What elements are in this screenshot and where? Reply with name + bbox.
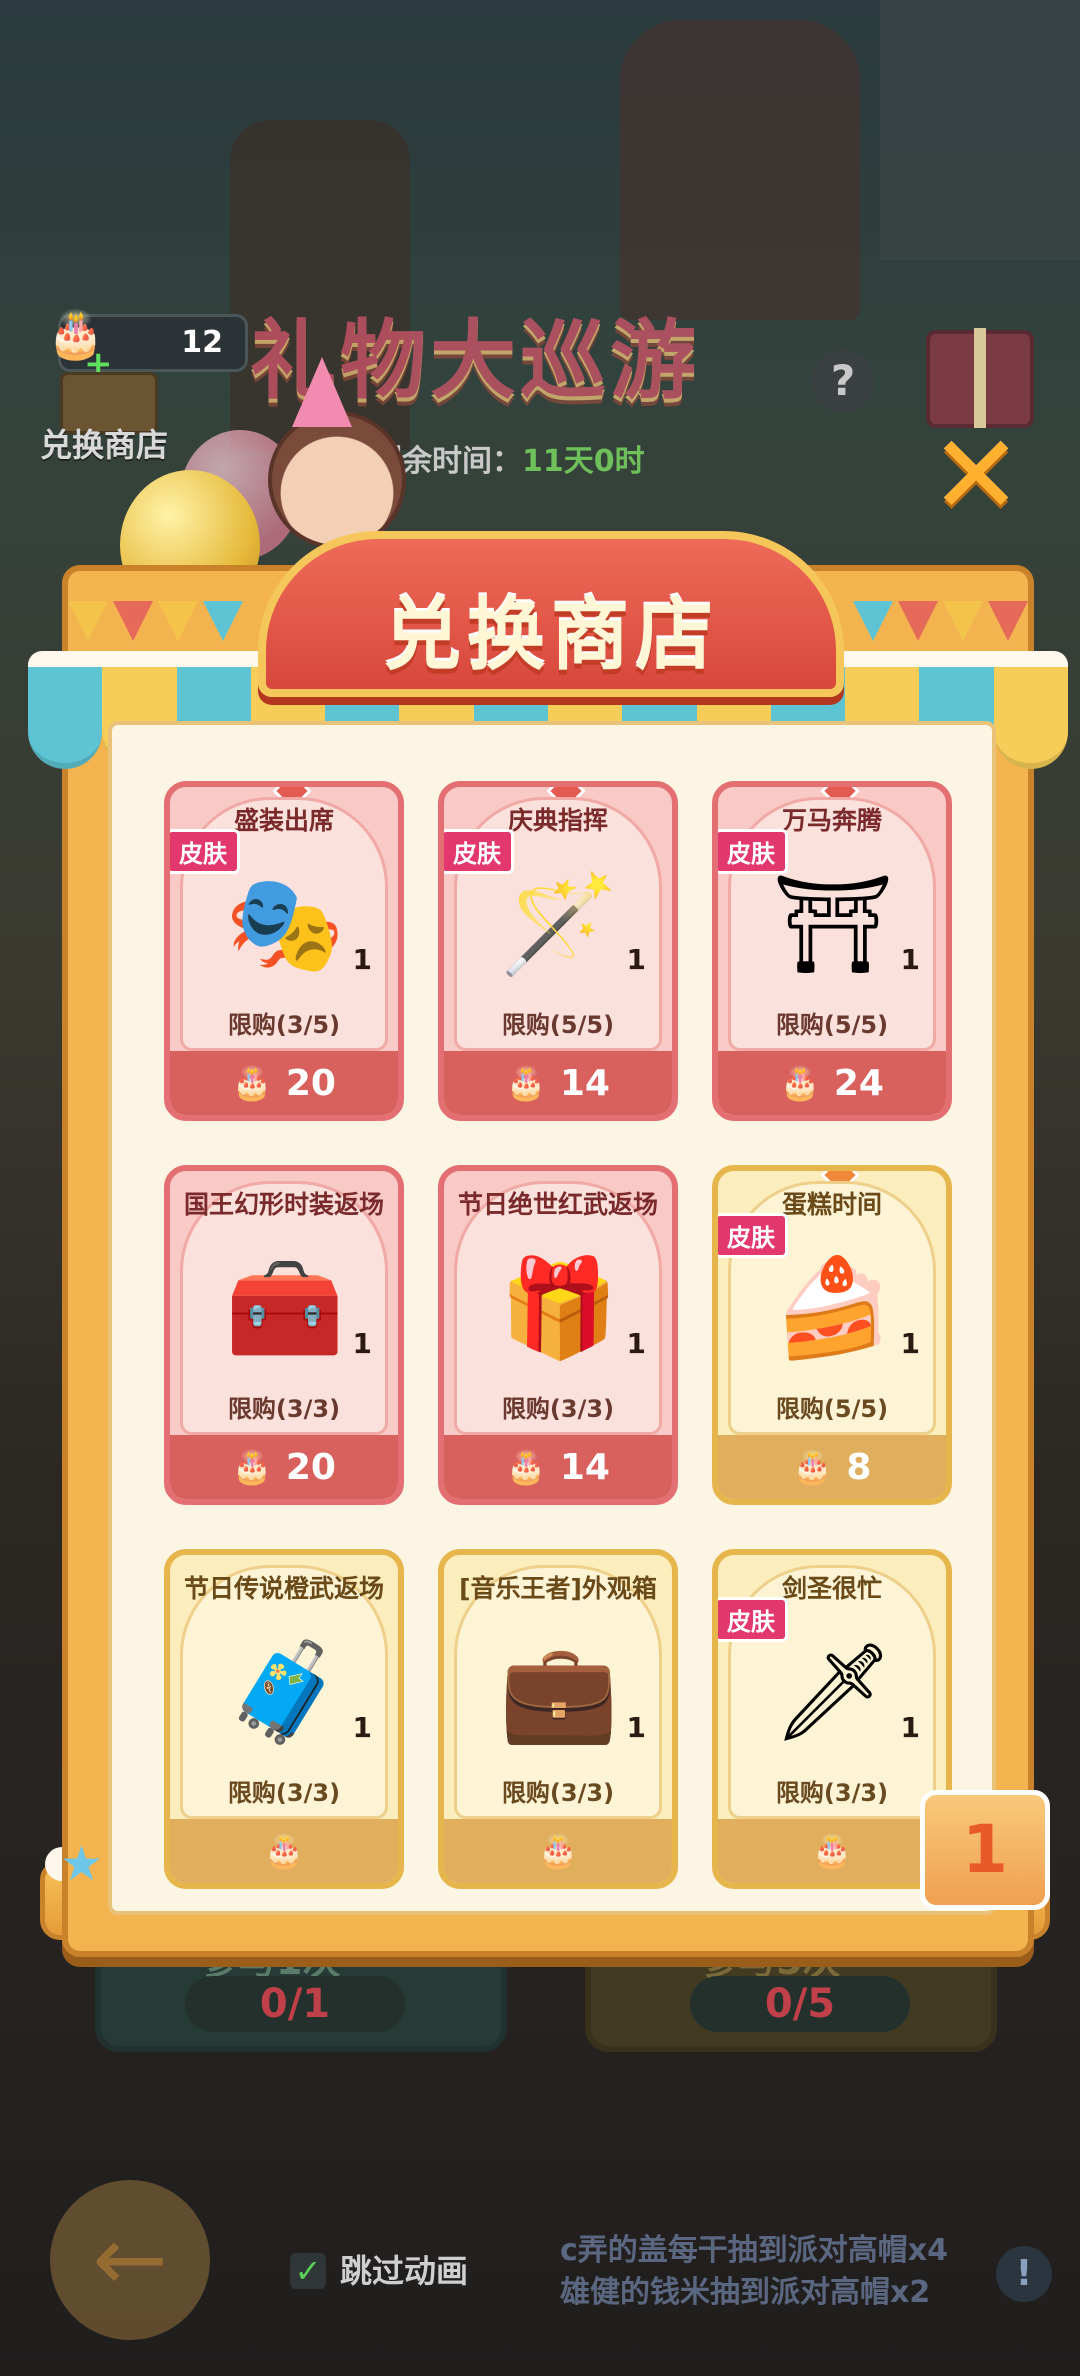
price-button[interactable]: 🎂 8 — [718, 1435, 946, 1499]
swordsman-icon: 🗡 — [772, 1635, 894, 1748]
party-mascot-avatar — [268, 357, 406, 549]
draw-ticker: c弄的盖每干抽到派对高帽x4 雄健的钱米抽到派对高帽x2 — [560, 2230, 1000, 2314]
item-quantity: 1 — [352, 1327, 372, 1360]
purchase-limit: 限购(3/3) — [227, 1779, 341, 1807]
item-price: 20 — [285, 1446, 336, 1488]
cake-staff-icon: 🍰 — [773, 1251, 893, 1364]
item-price: 14 — [559, 1062, 610, 1104]
cake-icon: 🎂 — [506, 1448, 546, 1486]
item-quantity: 1 — [352, 943, 372, 976]
item-quantity: 1 — [900, 1711, 920, 1744]
shop-item-card[interactable]: 节日绝世红武返场 🎁 1 限购(3/3) 🎂 14 — [438, 1165, 678, 1505]
shop-item-grid: 盛装出席 皮肤 🎭 1 限购(3/5) 🎂 20 庆典指挥 皮肤 🪄 1 限购(5… — [164, 781, 954, 1889]
skip-animation-toggle[interactable]: ✓ 跳过动画 — [290, 2246, 468, 2292]
shop-item-card[interactable]: 节日传说橙武返场 🧳 1 限购(3/3) 🎂 — [164, 1549, 404, 1889]
event-timer: 剩余时间：11天0时 — [372, 436, 645, 480]
skip-animation-label: 跳过动画 — [340, 2252, 469, 2290]
info-button[interactable]: ! — [996, 2246, 1052, 2302]
price-button[interactable]: 🎂 14 — [444, 1435, 672, 1499]
purchase-limit: 限购(5/5) — [775, 1011, 889, 1039]
teal-chest-icon: 💼 — [499, 1635, 619, 1748]
cake-icon: 🎂 — [232, 1064, 272, 1102]
shop-item-card[interactable]: 国王幻形时装返场 🧰 1 限购(3/3) 🎂 20 — [164, 1165, 404, 1505]
shop-item-card[interactable]: [音乐王者]外观箱 💼 1 限购(3/3) 🎂 — [438, 1549, 678, 1889]
ticker-line: 雄健的钱米抽到派对高帽x2 — [560, 2275, 931, 2310]
progress-right: 0/5 — [690, 1976, 910, 2032]
item-quantity: 1 — [900, 1327, 920, 1360]
cake-icon: 🎂 — [792, 1448, 833, 1486]
price-button[interactable]: 🎂 — [170, 1819, 398, 1883]
price-button[interactable]: 🎂 20 — [170, 1435, 398, 1499]
cake-icon: 🎂 — [538, 1832, 578, 1870]
pink-chest-icon: 🧰 — [225, 1251, 345, 1364]
item-name: [音乐王者]外观箱 — [459, 1574, 657, 1603]
cake-icon: 🎂 — [264, 1832, 304, 1870]
checkmark-icon[interactable]: ✓ — [290, 2253, 326, 2289]
item-name: 节日传说橙武返场 — [183, 1574, 384, 1603]
item-price: 20 — [285, 1062, 336, 1104]
modal-title: 兑换商店 — [382, 591, 719, 681]
tier-badge: 1 — [920, 1790, 1050, 1910]
shop-item-card[interactable]: 盛装出席 皮肤 🎭 1 限购(3/5) 🎂 20 — [164, 781, 404, 1121]
masked-hero-icon: 🎭 — [225, 867, 345, 980]
item-name: 节日绝世红武返场 — [457, 1190, 658, 1219]
modal-title-plate: 兑换商店 — [258, 531, 844, 697]
item-quantity: 1 — [352, 1711, 372, 1744]
baton-icon: 🪄 — [499, 867, 619, 980]
cake-icon: 🎂 — [232, 1448, 272, 1486]
price-button[interactable]: 🎂 24 — [718, 1051, 946, 1115]
price-button[interactable]: 🎂 14 — [444, 1051, 672, 1115]
price-button[interactable]: 🎂 — [444, 1819, 672, 1883]
timer-value: 11天0时 — [522, 444, 645, 479]
purchase-limit: 限购(5/5) — [501, 1011, 615, 1039]
gold-chest-icon: 🧳 — [225, 1635, 345, 1748]
ticker-line: c弄的盖每干抽到派对高帽x4 — [560, 2233, 949, 2268]
item-quantity: 1 — [626, 1711, 646, 1744]
close-icon[interactable]: ✕ — [930, 420, 1022, 530]
purchase-limit: 限购(3/3) — [501, 1395, 615, 1423]
shop-item-card[interactable]: 蛋糕时间 皮肤 🍰 1 限购(5/5) 🎂 8 — [712, 1165, 952, 1505]
purchase-limit: 限购(3/3) — [501, 1779, 615, 1807]
item-quantity: 1 — [900, 943, 920, 976]
item-price: 8 — [846, 1446, 872, 1488]
item-price: 14 — [559, 1446, 610, 1488]
purchase-limit: 限购(3/5) — [227, 1011, 341, 1039]
help-button[interactable]: ? — [812, 350, 874, 412]
item-quantity: 1 — [626, 943, 646, 976]
shop-item-card[interactable]: 庆典指挥 皮肤 🪄 1 限购(5/5) 🎂 14 — [438, 781, 678, 1121]
item-quantity: 1 — [626, 1327, 646, 1360]
cake-icon: 🎂 — [812, 1832, 852, 1870]
exchange-shop-modal: 盛装出席 皮肤 🎭 1 限购(3/5) 🎂 20 庆典指挥 皮肤 🪄 1 限购(5… — [28, 357, 1068, 1957]
shop-label[interactable]: 兑换商店 — [40, 420, 168, 466]
purchase-limit: 限购(3/3) — [775, 1779, 889, 1807]
purchase-limit: 限购(5/5) — [775, 1395, 889, 1423]
ornate-gate-icon: ⛩ — [772, 867, 894, 980]
price-button[interactable]: 🎂 — [718, 1819, 946, 1883]
back-arrow-icon[interactable]: ← — [50, 2180, 210, 2340]
cake-icon: 🎂 — [780, 1064, 820, 1102]
star-icon: ★ — [60, 1836, 104, 1892]
cake-icon: 🎂 — [506, 1064, 546, 1102]
currency-count: 12 — [181, 325, 223, 360]
item-name: 国王幻形时装返场 — [183, 1190, 384, 1219]
shop-item-card[interactable]: 剑圣很忙 皮肤 🗡 1 限购(3/3) 🎂 — [712, 1549, 952, 1889]
shop-item-area[interactable]: 盛装出席 皮肤 🎭 1 限购(3/5) 🎂 20 庆典指挥 皮肤 🪄 1 限购(5… — [108, 721, 996, 1915]
progress-left: 0/1 — [185, 1976, 405, 2032]
shop-item-card[interactable]: 万马奔腾 皮肤 ⛩ 1 限购(5/5) 🎂 24 — [712, 781, 952, 1121]
gift-box-icon: 🎁 — [499, 1251, 619, 1364]
purchase-limit: 限购(3/3) — [227, 1395, 341, 1423]
item-price: 24 — [833, 1062, 884, 1104]
price-button[interactable]: 🎂 20 — [170, 1051, 398, 1115]
